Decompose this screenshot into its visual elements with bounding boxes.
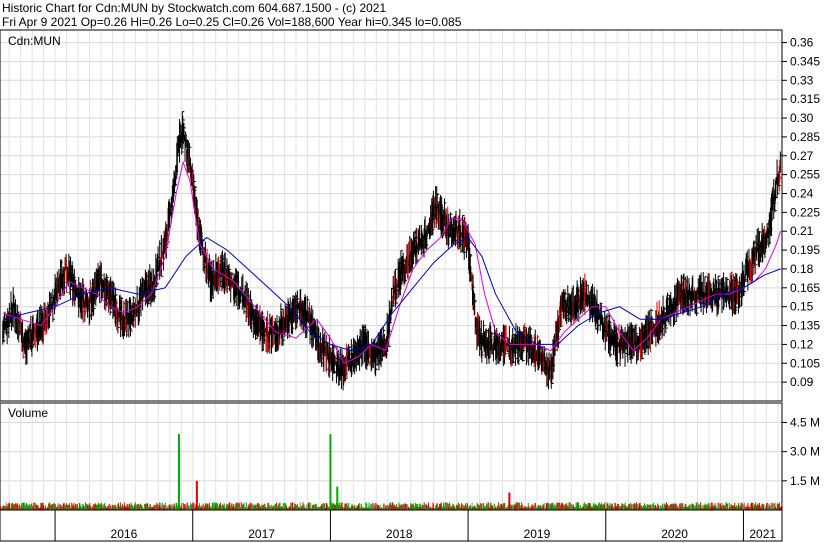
- price-tick-label: 0.09: [790, 375, 814, 389]
- price-tick-label: 0.27: [790, 149, 814, 163]
- volume-tick-label: 4.5 M: [790, 415, 820, 429]
- price-tick-label: 0.345: [790, 54, 820, 68]
- price-tick-label: 0.33: [790, 73, 814, 87]
- volume-y-axis: 4.5 M 3.0 M 1.5 M: [782, 415, 820, 488]
- price-y-axis: 0.36 0.345 0.33 0.315 0.30 0.285 0.27 0.255 0.24…: [782, 36, 820, 389]
- price-tick-label: 0.24: [790, 186, 814, 200]
- price-tick-label: 0.285: [790, 130, 820, 144]
- volume-grid: [0, 403, 782, 510]
- price-tick-label: 0.195: [790, 243, 820, 257]
- price-tick-label: 0.18: [790, 262, 814, 276]
- price-grid: [0, 30, 782, 401]
- price-tick-label: 0.105: [790, 356, 820, 370]
- price-tick-label: 0.36: [790, 36, 814, 50]
- price-tick-label: 0.12: [790, 337, 814, 351]
- volume-bars: [0, 434, 783, 510]
- volume-label: Volume: [8, 406, 48, 420]
- symbol-label: Cdn:MUN: [8, 34, 61, 48]
- volume-panel-frame: [0, 402, 783, 511]
- x-tick-label: 2021: [749, 527, 776, 541]
- x-tick-label: 2017: [248, 527, 275, 541]
- price-tick-label: 0.165: [790, 281, 820, 295]
- x-tick-label: 2016: [111, 527, 138, 541]
- price-tick-label: 0.30: [790, 111, 814, 125]
- x-tick-label: 2019: [524, 527, 551, 541]
- volume-tick-label: 3.0 M: [790, 445, 820, 459]
- volume-tick-label: 1.5 M: [790, 474, 820, 488]
- price-volume-chart: Cdn:MUN 0.360.3450.330.3150.300.2850.270…: [0, 29, 820, 542]
- price-tick-label: 0.21: [790, 224, 814, 238]
- price-tick-label: 0.15: [790, 300, 814, 314]
- price-tick-label: 0.225: [790, 205, 820, 219]
- price-bars: [2, 111, 783, 391]
- price-tick-label: 0.315: [790, 92, 820, 106]
- price-tick-label: 0.135: [790, 319, 820, 333]
- price-panel-frame: [0, 29, 783, 402]
- price-tick-label: 0.255: [790, 168, 820, 182]
- x-tick-label: 2018: [386, 527, 413, 541]
- x-tick-label: 2020: [661, 527, 688, 541]
